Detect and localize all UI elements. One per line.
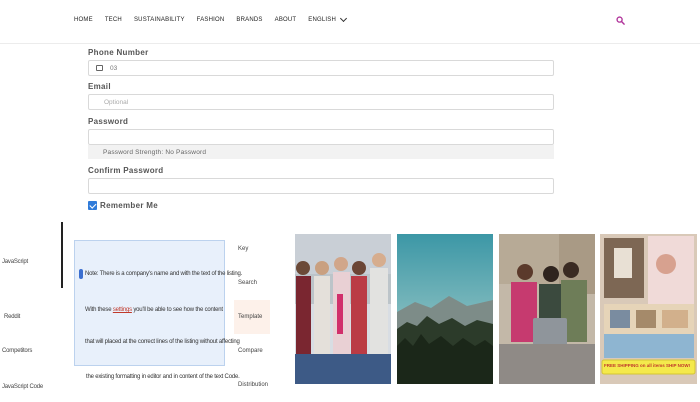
pane-line-2-start: With these	[85, 307, 112, 313]
remember-me-label: Remember Me	[100, 201, 158, 210]
nav-sustainability[interactable]: SUSTAINABILITY	[134, 17, 185, 23]
search-icon[interactable]	[616, 16, 625, 25]
phone-label: Phone Number	[88, 48, 149, 57]
sidebar-item-reddit[interactable]: Reddit	[4, 314, 20, 320]
sidebar-item-competitors[interactable]: Competitors	[2, 348, 32, 354]
chevron-down-icon	[340, 14, 348, 23]
top-navigation-bar: HOME TECH SUSTAINABILITY FASHION BRANDS …	[0, 0, 700, 44]
nav-brands[interactable]: BRANDS	[236, 17, 262, 23]
pane-line-3: that will placed at the correct lines of…	[85, 339, 240, 345]
language-label: ENGLISH	[308, 17, 337, 23]
mountain-landscape-photo	[397, 234, 493, 384]
tab-search[interactable]: Search	[234, 266, 270, 300]
phone-field[interactable]: 03	[88, 60, 554, 76]
phone-value: 03	[110, 64, 118, 72]
tab-compare[interactable]: Compare	[234, 334, 270, 368]
pane-line-2: With these settings you'll be able to se…	[85, 307, 223, 313]
remember-me-checkbox[interactable]	[88, 201, 97, 210]
email-placeholder: Optional	[104, 98, 129, 106]
pane-footer-line: the existing formatting in editor and in…	[86, 374, 240, 380]
confirm-password-field[interactable]	[88, 178, 554, 194]
info-marker-icon	[79, 269, 83, 279]
main-nav: HOME TECH SUSTAINABILITY FASHION BRANDS …	[74, 14, 358, 23]
password-label: Password	[88, 117, 129, 126]
note-pane: Note: There is a company's name and with…	[74, 240, 242, 366]
settings-link[interactable]: settings	[113, 307, 132, 313]
sidebar-divider	[61, 222, 63, 288]
pane-line-2-end: you'll be able to see how the content	[133, 307, 223, 313]
collage-promo-image: FREE SHIPPING on all items SHIP NOW!	[600, 234, 697, 384]
pane-line-1: Note: There is a company's name and with…	[85, 271, 243, 277]
students-group-photo	[295, 234, 391, 384]
students-laptop-photo	[499, 234, 595, 384]
password-strength-meter: Password Strength: No Password	[88, 145, 554, 159]
password-field[interactable]	[88, 129, 554, 145]
phone-icon	[96, 65, 103, 71]
nav-tech[interactable]: TECH	[105, 17, 122, 23]
sidebar-item-javascript-code[interactable]: JavaScript Code	[2, 384, 43, 390]
tab-template[interactable]: Template	[234, 300, 270, 334]
remember-me-row[interactable]: Remember Me	[88, 201, 554, 210]
registration-form: Phone Number 03 Email Optional Password …	[88, 48, 554, 210]
tab-key[interactable]: Key	[234, 232, 270, 266]
confirm-password-label: Confirm Password	[88, 166, 164, 175]
promo-banner-text[interactable]: FREE SHIPPING on all items SHIP NOW!	[604, 363, 694, 368]
sidebar-item-javascript[interactable]: JavaScript	[2, 259, 28, 265]
tab-distribution[interactable]: Distribution	[234, 368, 270, 402]
tab-column: Key Search Template Compare Distribution	[234, 232, 270, 402]
nav-fashion[interactable]: FASHION	[197, 17, 225, 23]
nav-home[interactable]: HOME	[74, 17, 93, 23]
language-selector[interactable]: ENGLISH	[308, 14, 348, 23]
nav-about[interactable]: ABOUT	[275, 17, 297, 23]
email-label: Email	[88, 82, 111, 91]
email-field[interactable]: Optional	[88, 94, 554, 110]
